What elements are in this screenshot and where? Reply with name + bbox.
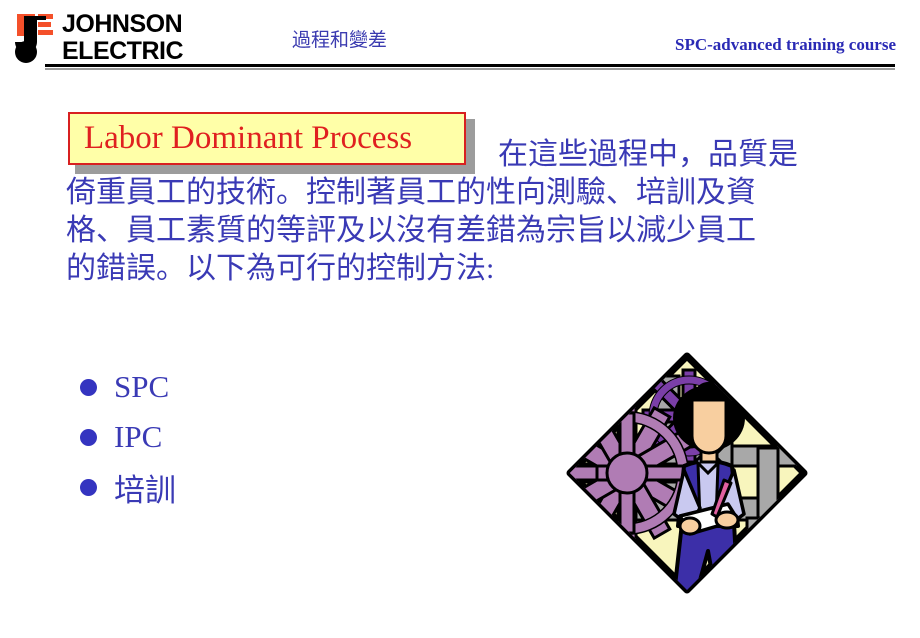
slide-header: JOHNSON ELECTRIC 過程和變差 SPC-advanced trai…: [0, 0, 920, 80]
illustration-scene: [570, 368, 804, 590]
body-line-2: 倚重員工的技術。控制著員工的性向測驗、培訓及資: [66, 176, 756, 209]
list-item: SPC: [80, 362, 380, 412]
logo-line-johnson: JOHNSON: [62, 10, 183, 38]
list-item: 培訓: [80, 462, 380, 512]
body-line-1: 在這些過程中，品質是: [498, 138, 798, 171]
logo-mark-icon: [15, 14, 53, 63]
worker-with-clipboard-and-gears-image: [566, 352, 808, 594]
bullet-label-training: 培訓: [114, 472, 176, 508]
body-line-4: 的錯誤。以下為可行的控制方法:: [66, 252, 495, 285]
bullet-dot-icon: [80, 478, 97, 496]
bullet-label-ipc: IPC: [114, 419, 163, 454]
logo-wordmark: JOHNSON ELECTRIC: [62, 10, 197, 66]
bullet-dot-icon: [80, 428, 97, 446]
slide-bullet-list: SPC IPC 培訓: [80, 362, 380, 512]
header-course-title: SPC-advanced training course: [675, 35, 896, 54]
body-line-3: 格、員工素質的等評及以沒有差錯為宗旨以減少員工: [66, 214, 756, 247]
list-item: IPC: [80, 412, 380, 462]
header-divider-thin: [45, 68, 895, 70]
logo-line-electric: ELECTRIC: [62, 37, 184, 65]
header-divider-thick: [45, 64, 895, 67]
slide-body-paragraph: 在這些過程中，品質是 倚重員工的技術。控制著員工的性向測驗、培訓及資 格、員工素…: [66, 136, 886, 288]
worker-figure: [672, 381, 746, 590]
header-divider: [45, 64, 895, 70]
bullet-dot-icon: [80, 378, 97, 396]
johnson-electric-logo: JOHNSON ELECTRIC: [14, 10, 194, 66]
bullet-label-spc: SPC: [114, 369, 170, 404]
header-subject-title: 過程和變差: [292, 30, 388, 51]
